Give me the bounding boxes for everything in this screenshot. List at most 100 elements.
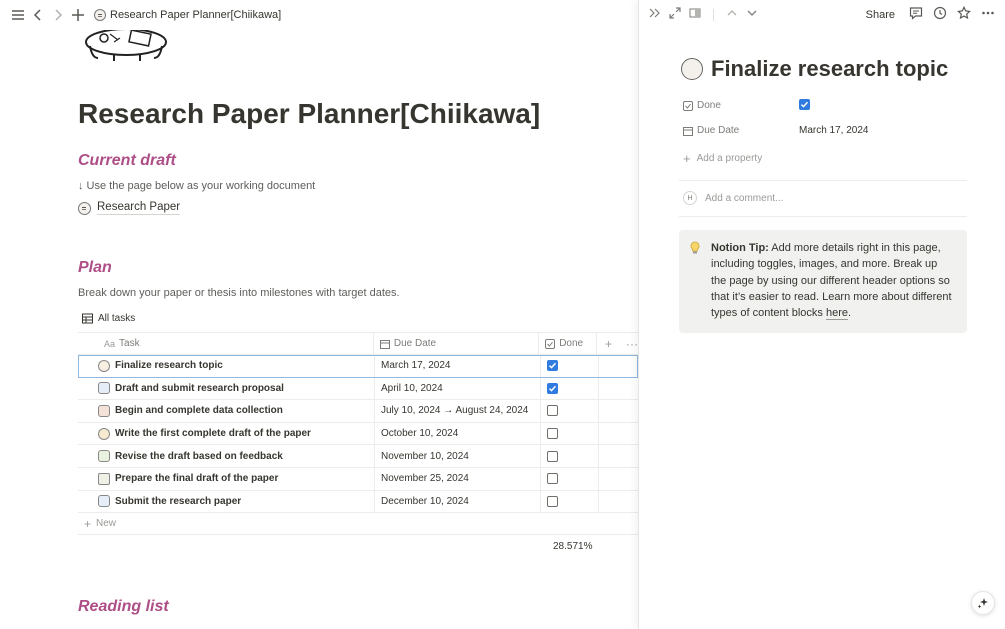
- new-row-button[interactable]: + New: [78, 513, 638, 536]
- comment-icon[interactable]: [909, 6, 923, 25]
- more-icon[interactable]: [981, 6, 995, 25]
- task-emoji-icon: [98, 472, 110, 485]
- task-emoji-icon: [98, 450, 110, 463]
- task-name: Draft and submit research proposal: [115, 382, 284, 394]
- table-row[interactable]: Submit the research paper December 10, 2…: [78, 490, 638, 514]
- column-tools: + ···: [597, 333, 638, 354]
- done-checkbox[interactable]: [547, 382, 558, 394]
- property-done-label: Done: [697, 100, 721, 111]
- peek-mode-icon[interactable]: [689, 6, 701, 24]
- column-header-due-date[interactable]: Due Date: [374, 333, 540, 354]
- table-row[interactable]: Finalize research topic March 17, 2024: [78, 355, 638, 378]
- bulb-icon: [690, 241, 700, 254]
- table-row[interactable]: Write the first complete draft of the pa…: [78, 422, 638, 446]
- expand-icon[interactable]: [669, 6, 681, 24]
- table-row[interactable]: Draft and submit research proposal April…: [78, 377, 638, 401]
- research-paper-link[interactable]: Research Paper: [78, 201, 181, 215]
- due-date-cell[interactable]: November 10, 2024: [375, 445, 541, 467]
- checkbox-icon: [683, 100, 693, 111]
- due-date-cell[interactable]: July 10, 2024 → August 24, 2024: [375, 400, 541, 422]
- clock-icon[interactable]: [933, 6, 947, 25]
- back-icon[interactable]: [30, 7, 46, 23]
- done-checkbox[interactable]: [547, 405, 558, 417]
- share-button[interactable]: Share: [866, 9, 895, 21]
- sparkle-icon: [977, 598, 988, 609]
- due-date-cell[interactable]: November 25, 2024: [375, 467, 541, 490]
- page-emoji-icon: [78, 201, 91, 215]
- task-name: Submit the research paper: [115, 495, 242, 507]
- heading-current-draft: Current draft: [78, 152, 176, 169]
- due-date-cell[interactable]: March 17, 2024: [375, 355, 541, 377]
- peek-actions: Share: [866, 0, 995, 30]
- side-peek-panel: Share Finalize research topic Done Due D…: [638, 0, 1005, 629]
- table-body: Finalize research topic March 17, 2024 D…: [78, 355, 638, 514]
- done-checkbox[interactable]: [547, 428, 558, 440]
- plus-icon[interactable]: [70, 7, 86, 23]
- task-name: Begin and complete data collection: [115, 405, 283, 417]
- add-column-icon[interactable]: +: [605, 337, 612, 351]
- task-emoji-icon: [98, 382, 110, 395]
- add-property-button[interactable]: + Add a property: [683, 151, 762, 166]
- task-emoji-icon: [98, 427, 110, 440]
- comment-input[interactable]: H Add a comment...: [683, 191, 783, 205]
- previous-page-icon[interactable]: [726, 6, 738, 24]
- table-row[interactable]: Prepare the final draft of the paper Nov…: [78, 467, 638, 491]
- tip-bold-label: Notion Tip:: [711, 242, 769, 254]
- comment-placeholder: Add a comment...: [705, 192, 784, 204]
- done-percent-calculation[interactable]: 28.571%: [553, 541, 592, 552]
- divider: [679, 180, 967, 181]
- toolbar-divider: [713, 9, 714, 21]
- column-header-done[interactable]: Done: [539, 333, 597, 354]
- column-header-task[interactable]: Aa Task: [78, 333, 374, 354]
- table-row[interactable]: Begin and complete data collection July …: [78, 400, 638, 423]
- ai-assistant-button[interactable]: [971, 591, 995, 615]
- notion-tip-callout: Notion Tip: Add more details right in th…: [679, 230, 967, 333]
- breadcrumb[interactable]: Research Paper Planner[Chiikawa]: [94, 9, 281, 21]
- menu-icon[interactable]: [10, 7, 26, 23]
- task-emoji-icon: [98, 404, 110, 417]
- due-date-cell[interactable]: April 10, 2024: [375, 377, 541, 400]
- task-name: Prepare the final draft of the paper: [115, 473, 279, 485]
- table-row[interactable]: Revise the draft based on feedback Novem…: [78, 445, 638, 468]
- view-tab-label: All tasks: [98, 313, 136, 324]
- due-date-cell[interactable]: October 10, 2024: [375, 422, 541, 445]
- current-draft-hint: ↓ Use the page below as your working doc…: [78, 180, 316, 192]
- peek-page-title: Finalize research topic: [681, 56, 948, 82]
- done-checkbox[interactable]: [799, 99, 810, 110]
- task-emoji-icon: [98, 359, 110, 372]
- task-name: Finalize research topic: [115, 360, 223, 372]
- tip-end: .: [847, 307, 852, 320]
- tip-here-link[interactable]: here: [825, 307, 848, 321]
- plus-icon: +: [84, 516, 92, 531]
- plus-icon: +: [683, 151, 691, 166]
- due-date-cell[interactable]: December 10, 2024: [375, 490, 541, 513]
- view-tab-all-tasks[interactable]: All tasks: [82, 313, 135, 324]
- page-title: Research Paper Planner[Chiikawa]: [78, 98, 541, 129]
- done-checkbox[interactable]: [547, 495, 558, 507]
- research-paper-link-label: Research Paper: [97, 201, 181, 215]
- page-content: Research Paper Planner[Chiikawa] Current…: [0, 30, 638, 629]
- star-icon[interactable]: [957, 5, 971, 25]
- heading-plan: Plan: [78, 259, 112, 276]
- text-type-icon: Aa: [104, 338, 116, 349]
- done-checkbox[interactable]: [547, 473, 558, 485]
- top-bar: Research Paper Planner[Chiikawa]: [0, 0, 638, 30]
- column-task-label: Task: [119, 338, 140, 349]
- table-header: Aa Task Due Date Done + ···: [78, 332, 638, 355]
- next-page-icon[interactable]: [746, 6, 758, 24]
- page-emoji-icon: [681, 58, 703, 80]
- forward-icon[interactable]: [50, 7, 66, 23]
- column-done-label: Done: [559, 338, 584, 349]
- property-due-value[interactable]: March 17, 2024: [799, 125, 869, 136]
- add-property-label: Add a property: [696, 153, 763, 164]
- done-checkbox[interactable]: [547, 450, 558, 462]
- more-icon[interactable]: ···: [626, 337, 638, 351]
- property-due-label: Due Date: [697, 125, 740, 136]
- page-emoji-icon: [94, 9, 106, 21]
- task-emoji-icon: [98, 495, 110, 508]
- peek-title-text: Finalize research topic: [711, 56, 949, 81]
- done-checkbox[interactable]: [547, 360, 558, 372]
- divider: [679, 216, 967, 217]
- property-due-date: Due Date March 17, 2024: [683, 125, 869, 136]
- close-peek-icon[interactable]: [649, 6, 661, 24]
